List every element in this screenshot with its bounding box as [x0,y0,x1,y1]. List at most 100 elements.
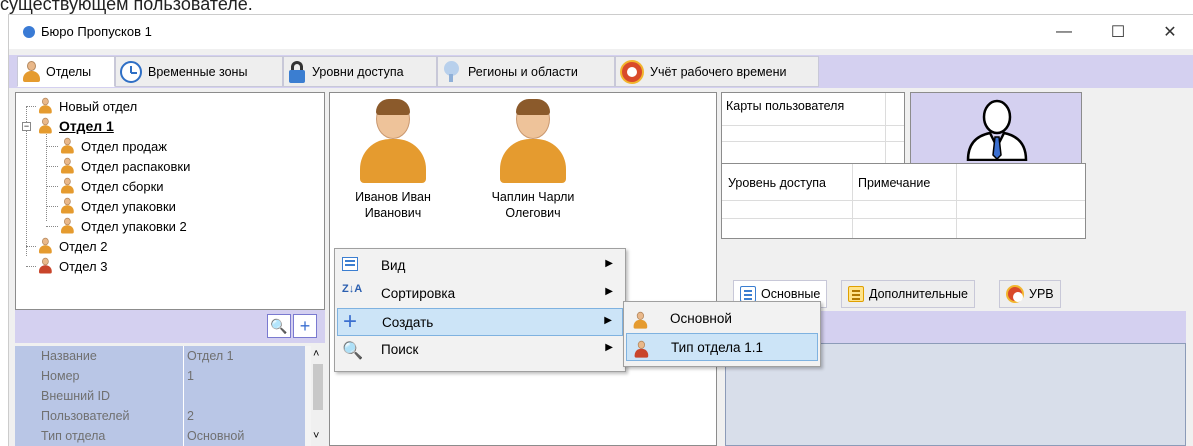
tree-item-label: Отдел 3 [59,258,108,274]
user-silhouette-icon [966,99,1028,161]
tree-toolbar: 🔍 + [15,310,325,343]
tab-work-time[interactable]: Учёт рабочего времени [615,56,819,87]
menu-item-label: Поиск [381,342,419,357]
tab-additional[interactable]: Дополнительные [841,280,975,308]
maximize-button[interactable]: ☐ [1095,17,1141,47]
menu-item-sort[interactable]: Z↓A Сортировка ▶ [337,280,623,308]
context-menu: Вид ▶ Z↓A Сортировка ▶ + Создать ▶ 🔍 Пои… [334,248,626,372]
tree-collapse-toggle[interactable]: − [22,122,31,131]
menu-item-search[interactable]: 🔍 Поиск ▶ [337,336,623,364]
search-button[interactable]: 🔍 [267,314,291,338]
user-name: Иванов Иван [355,190,431,204]
department-icon [60,177,74,195]
user-patronymic: Олегович [505,206,561,220]
property-row[interactable]: Номер 1 [15,366,305,386]
main-tab-bar: Отделы Временные зоны Уровни доступа Рег… [9,55,1193,88]
scroll-down-icon[interactable]: ˅ [313,430,319,442]
cards-header: Карты пользователя [726,99,845,113]
tab-departments[interactable]: Отделы [17,56,115,87]
col-access-level[interactable]: Уровень доступа [728,176,826,190]
tree-item-label: Отдел упаковки [81,198,176,214]
department-icon [60,137,74,155]
urv-icon [1006,285,1024,303]
department-tree: − Новый отдел Отдел 1 Отдел продаж Отдел… [15,92,325,310]
tree-item-label: Отдел продаж [81,138,167,154]
department-icon [60,197,74,215]
submenu-item-main[interactable]: Основной [626,305,818,333]
menu-item-create[interactable]: + Создать ▶ [337,308,623,336]
minimize-button[interactable]: — [1041,17,1087,47]
view-icon [342,257,358,271]
tree-item[interactable]: Отдел продаж [58,135,167,157]
user-photo[interactable] [910,92,1082,164]
user-patronymic: Иванович [364,206,422,220]
property-value: 2 [187,409,194,423]
person-icon [633,311,648,329]
submenu-arrow-icon: ▶ [605,286,613,297]
tab-label: Дополнительные [869,287,968,301]
department-red-icon [634,340,649,358]
property-row[interactable]: Тип отдела Основной [15,426,305,446]
close-button[interactable]: ✕ [1147,17,1193,47]
property-value: 1 [187,369,194,383]
tab-regions[interactable]: Регионы и области [437,56,615,87]
user-avatar [358,99,428,185]
app-icon [23,26,35,38]
plus-icon: + [299,315,311,336]
tree-item-label: Отдел 1 [59,118,114,134]
property-key: Внешний ID [41,389,111,403]
department-icon [38,97,52,115]
department-icon [38,237,52,255]
tab-label: Основные [761,287,821,301]
search-icon: 🔍 [342,341,364,360]
properties-scrollbar[interactable]: ˄ ˅ [311,346,325,446]
tree-item[interactable]: Отдел 2 [36,235,107,257]
sort-icon: Z↓A [342,283,363,295]
tree-item[interactable]: Отдел распаковки [58,155,190,177]
col-note[interactable]: Примечание [858,176,930,190]
add-button[interactable]: + [293,314,317,338]
department-icon [60,217,74,235]
region-icon [442,60,462,83]
window-title: Бюро Пропусков 1 [41,24,152,39]
tree-item[interactable]: Отдел упаковки [58,195,176,217]
user-card[interactable]: Иванов Иван Иванович [348,99,438,221]
tree-item[interactable]: Отдел упаковки 2 [58,215,187,237]
tree-item-selected[interactable]: Отдел 1 [36,115,114,137]
property-row[interactable]: Название Отдел 1 [15,346,305,366]
tree-item[interactable]: Отдел сборки [58,175,164,197]
menu-item-label: Вид [381,258,406,273]
properties-grid: Название Отдел 1 Номер 1 Внешний ID Поль… [15,346,325,446]
tab-urv[interactable]: УРВ [999,280,1061,308]
user-card[interactable]: Чаплин Чарли Олегович [478,99,588,221]
create-submenu: Основной Тип отдела 1.1 [623,301,821,367]
tab-access-levels[interactable]: Уровни доступа [283,56,437,87]
department-icon [38,117,52,135]
tree-item[interactable]: Отдел 3 [36,255,107,277]
tree-item[interactable]: Новый отдел [36,95,137,117]
submenu-arrow-icon: ▶ [605,258,613,269]
scroll-thumb[interactable] [313,364,323,410]
tab-time-zones[interactable]: Временные зоны [115,56,283,87]
urv-icon [620,59,644,84]
department-red-icon [38,257,52,275]
menu-item-label: Сортировка [381,286,456,301]
property-row[interactable]: Внешний ID [15,386,305,406]
tab-label: Регионы и области [468,64,578,79]
tree-item-label: Отдел упаковки 2 [81,218,187,234]
search-icon: 🔍 [270,317,288,334]
menu-item-view[interactable]: Вид ▶ [337,252,623,280]
tab-label: Уровни доступа [312,64,404,79]
property-key: Тип отдела [41,429,106,443]
property-key: Пользователей [41,409,130,423]
clock-icon [120,60,142,83]
property-row[interactable]: Пользователей 2 [15,406,305,426]
property-value: Отдел 1 [187,349,234,363]
tab-label: УРВ [1029,287,1054,301]
property-key: Название [41,349,97,363]
tree-item-label: Новый отдел [59,98,138,114]
submenu-item-type-1-1[interactable]: Тип отдела 1.1 [626,333,818,361]
scroll-up-icon[interactable]: ˄ [313,348,319,360]
tree-item-label: Отдел 2 [59,238,108,254]
menu-item-label: Тип отдела 1.1 [671,340,764,355]
